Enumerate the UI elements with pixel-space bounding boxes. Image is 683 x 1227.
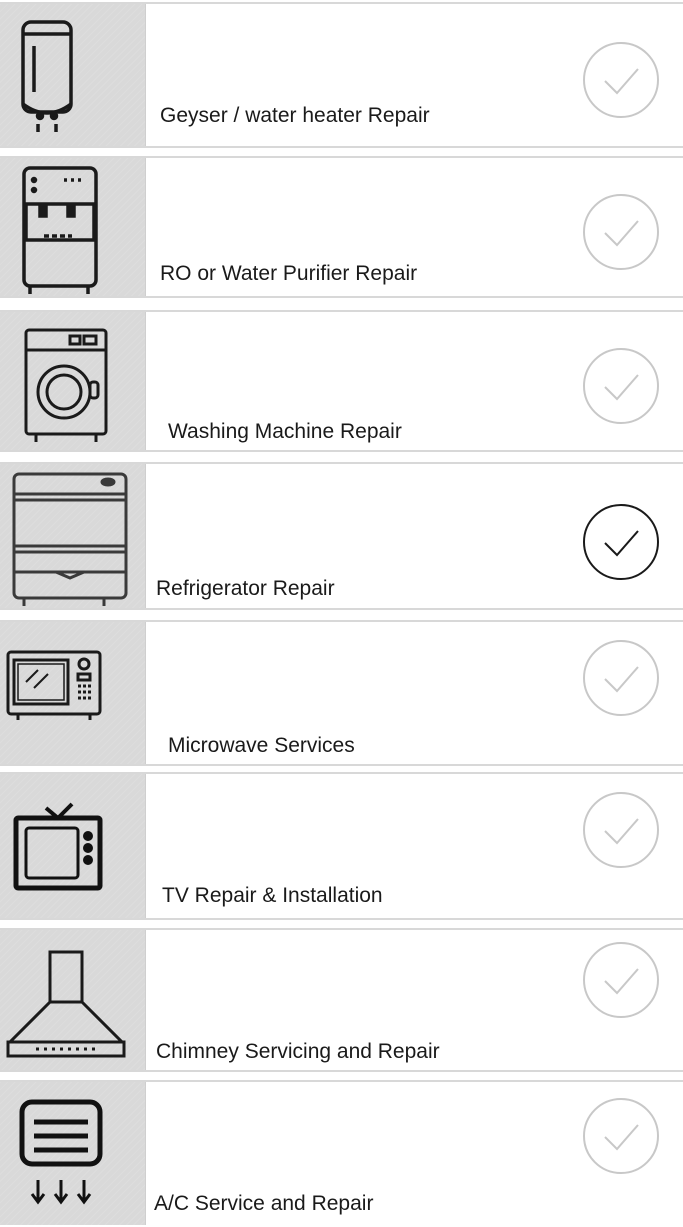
service-row-washing-machine[interactable]: Washing Machine Repair bbox=[0, 310, 683, 452]
checkmark-circle-icon bbox=[583, 194, 659, 270]
checkmark-circle-icon bbox=[583, 42, 659, 118]
service-label: Refrigerator Repair bbox=[156, 577, 335, 600]
washing-machine-icon bbox=[24, 328, 108, 442]
refrigerator-icon bbox=[12, 472, 128, 606]
select-checkmark[interactable] bbox=[581, 940, 661, 1020]
service-label: TV Repair & Installation bbox=[162, 884, 383, 907]
service-row-refrigerator[interactable]: Refrigerator Repair bbox=[0, 462, 683, 610]
checkmark-circle-icon bbox=[583, 504, 659, 580]
water-purifier-icon bbox=[22, 166, 98, 294]
ac-icon bbox=[19, 1099, 103, 1205]
service-thumb bbox=[0, 622, 146, 764]
microwave-icon bbox=[6, 650, 102, 720]
service-thumb bbox=[0, 1082, 146, 1225]
service-label: Chimney Servicing and Repair bbox=[156, 1040, 440, 1063]
geyser-icon bbox=[21, 20, 73, 132]
checkmark-circle-icon bbox=[583, 640, 659, 716]
service-row-ro[interactable]: RO or Water Purifier Repair bbox=[0, 156, 683, 298]
select-checkmark[interactable] bbox=[581, 40, 661, 120]
service-row-microwave[interactable]: Microwave Services bbox=[0, 620, 683, 766]
service-label: Washing Machine Repair bbox=[168, 420, 402, 443]
tv-icon bbox=[13, 802, 103, 891]
service-row-chimney[interactable]: Chimney Servicing and Repair bbox=[0, 928, 683, 1072]
select-checkmark[interactable] bbox=[581, 1096, 661, 1176]
checkmark-circle-icon bbox=[583, 792, 659, 868]
service-label: RO or Water Purifier Repair bbox=[160, 262, 418, 285]
service-row-geyser[interactable]: Geyser / water heater Repair bbox=[0, 2, 683, 148]
chimney-icon bbox=[6, 950, 126, 1058]
select-checkmark[interactable] bbox=[581, 192, 661, 272]
select-checkmark[interactable] bbox=[581, 502, 661, 582]
checkmark-circle-icon bbox=[583, 942, 659, 1018]
service-thumb bbox=[0, 158, 146, 296]
service-thumb bbox=[0, 4, 146, 146]
service-label: Geyser / water heater Repair bbox=[160, 104, 430, 127]
service-row-ac[interactable]: A/C Service and Repair bbox=[0, 1080, 683, 1225]
service-thumb bbox=[0, 930, 146, 1070]
service-row-tv[interactable]: TV Repair & Installation bbox=[0, 772, 683, 920]
select-checkmark[interactable] bbox=[581, 790, 661, 870]
checkmark-circle-icon bbox=[583, 1098, 659, 1174]
service-thumb bbox=[0, 464, 146, 608]
service-label: A/C Service and Repair bbox=[154, 1192, 374, 1215]
select-checkmark[interactable] bbox=[581, 346, 661, 426]
service-label: Microwave Services bbox=[168, 734, 355, 757]
service-thumb bbox=[0, 774, 146, 918]
service-thumb bbox=[0, 312, 146, 450]
checkmark-circle-icon bbox=[583, 348, 659, 424]
select-checkmark[interactable] bbox=[581, 638, 661, 718]
